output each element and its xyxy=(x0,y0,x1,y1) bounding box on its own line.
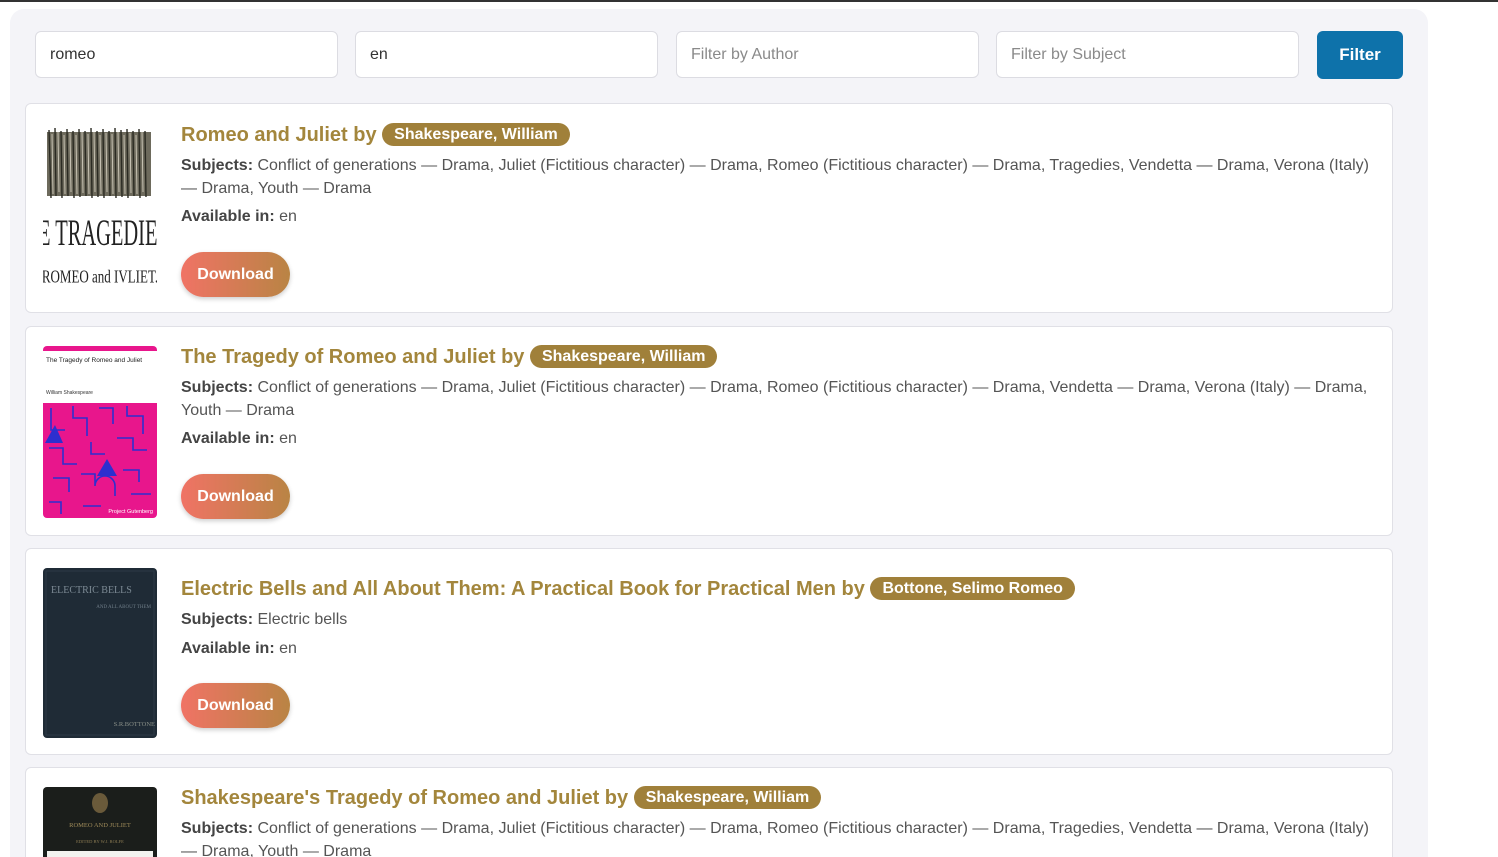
author-badge[interactable]: Bottone, Selimo Romeo xyxy=(870,577,1075,600)
author-badge[interactable]: Shakespeare, William xyxy=(529,345,718,368)
by-label: by xyxy=(841,578,865,600)
title-filter-input[interactable] xyxy=(35,31,338,78)
book-title[interactable]: Electric Bells and All About Them: A Pra… xyxy=(181,578,836,600)
filter-button[interactable]: Filter xyxy=(1317,31,1403,79)
cover-title-text: THE TRAGEDIE OF xyxy=(43,212,157,254)
cover-title-text: The Tragedy of Romeo and Juliet xyxy=(46,357,142,364)
subjects-value: Conflict of generations — Drama, Juliet … xyxy=(181,157,1369,197)
cover-subtitle-text: AND ALL ABOUT THEM xyxy=(96,605,151,610)
download-button[interactable]: Download xyxy=(181,683,290,728)
cover-publisher-text: Project Gutenberg xyxy=(108,509,153,515)
book-card: ROMEO AND JULIET EDITED BY W.J. ROLFE Sh… xyxy=(25,767,1393,857)
cover-title-text: ELECTRIC BELLS xyxy=(51,585,132,596)
languages-value: en xyxy=(279,639,297,657)
languages-value: en xyxy=(279,208,297,225)
language-filter-input[interactable] xyxy=(355,31,658,78)
languages-line: Available in: en xyxy=(181,428,1372,451)
cover-subtitle-text: EDITED BY W.J. ROLFE xyxy=(76,839,124,844)
book-title-line: Electric Bells and All About Them: A Pra… xyxy=(181,576,1372,602)
author-badge[interactable]: Shakespeare, William xyxy=(382,123,570,146)
book-cover-image: THE TRAGEDIE OF ROMEO and IVLIET. xyxy=(43,126,157,292)
subjects-value: Electric bells xyxy=(257,611,348,628)
book-title-line: The Tragedy of Romeo and Juliet by Shake… xyxy=(181,344,1372,370)
subjects-line: Subjects: Conflict of generations — Dram… xyxy=(181,377,1372,422)
languages-line: Available in: en xyxy=(181,638,1372,661)
book-card: ELECTRIC BELLS AND ALL ABOUT THEM S.R.BO… xyxy=(25,548,1393,755)
languages-value: en xyxy=(279,430,297,447)
by-label: by xyxy=(501,346,525,368)
available-label: Available in: xyxy=(181,208,275,225)
book-cover-image: The Tragedy of Romeo and Juliet William … xyxy=(43,346,157,518)
book-title[interactable]: Shakespeare's Tragedy of Romeo and Julie… xyxy=(181,787,599,809)
book-info: Romeo and Juliet by Shakespeare, William… xyxy=(181,122,1372,297)
subjects-label: Subjects: xyxy=(181,611,254,628)
subjects-value: Conflict of generations — Drama, Juliet … xyxy=(181,820,1369,857)
book-title[interactable]: Romeo and Juliet xyxy=(181,124,348,146)
cover-subtitle-text: ROMEO and IVLIET. xyxy=(43,268,157,287)
cover-title-text: ROMEO AND JULIET xyxy=(69,822,131,829)
book-cover-image: ROMEO AND JULIET EDITED BY W.J. ROLFE xyxy=(43,787,157,857)
cover-author-text: William Shakespeare xyxy=(46,390,93,396)
book-cover-image: ELECTRIC BELLS AND ALL ABOUT THEM S.R.BO… xyxy=(43,568,157,738)
available-label: Available in: xyxy=(181,430,275,447)
cover-author-text: S.R.BOTTONE xyxy=(114,721,155,728)
book-title-line: Shakespeare's Tragedy of Romeo and Julie… xyxy=(181,785,1372,811)
subjects-label: Subjects: xyxy=(181,157,254,174)
subjects-label: Subjects: xyxy=(181,820,254,837)
subjects-line: Subjects: Electric bells xyxy=(181,609,1372,632)
author-filter-input[interactable] xyxy=(676,31,979,78)
by-label: by xyxy=(604,787,629,809)
by-label: by xyxy=(353,124,377,146)
download-button[interactable]: Download xyxy=(181,474,290,519)
author-badge[interactable]: Shakespeare, William xyxy=(633,786,822,809)
book-info: The Tragedy of Romeo and Juliet by Shake… xyxy=(181,344,1372,519)
book-info: Shakespeare's Tragedy of Romeo and Julie… xyxy=(181,785,1372,857)
subjects-line: Subjects: Conflict of generations — Dram… xyxy=(181,155,1372,200)
book-card: THE TRAGEDIE OF ROMEO and IVLIET. Romeo … xyxy=(25,103,1393,313)
download-button[interactable]: Download xyxy=(181,252,290,297)
filter-bar: Filter xyxy=(35,31,1403,79)
subjects-line: Subjects: Conflict of generations — Dram… xyxy=(181,818,1372,857)
book-card: The Tragedy of Romeo and Juliet William … xyxy=(25,326,1393,536)
book-info: Electric Bells and All About Them: A Pra… xyxy=(181,576,1372,728)
available-label: Available in: xyxy=(181,639,275,657)
book-title-line: Romeo and Juliet by Shakespeare, William xyxy=(181,122,1372,148)
subject-filter-input[interactable] xyxy=(996,31,1299,78)
subjects-label: Subjects: xyxy=(181,379,254,396)
book-title[interactable]: The Tragedy of Romeo and Juliet xyxy=(181,346,496,368)
subjects-value: Conflict of generations — Drama, Juliet … xyxy=(181,379,1368,419)
languages-line: Available in: en xyxy=(181,206,1372,229)
